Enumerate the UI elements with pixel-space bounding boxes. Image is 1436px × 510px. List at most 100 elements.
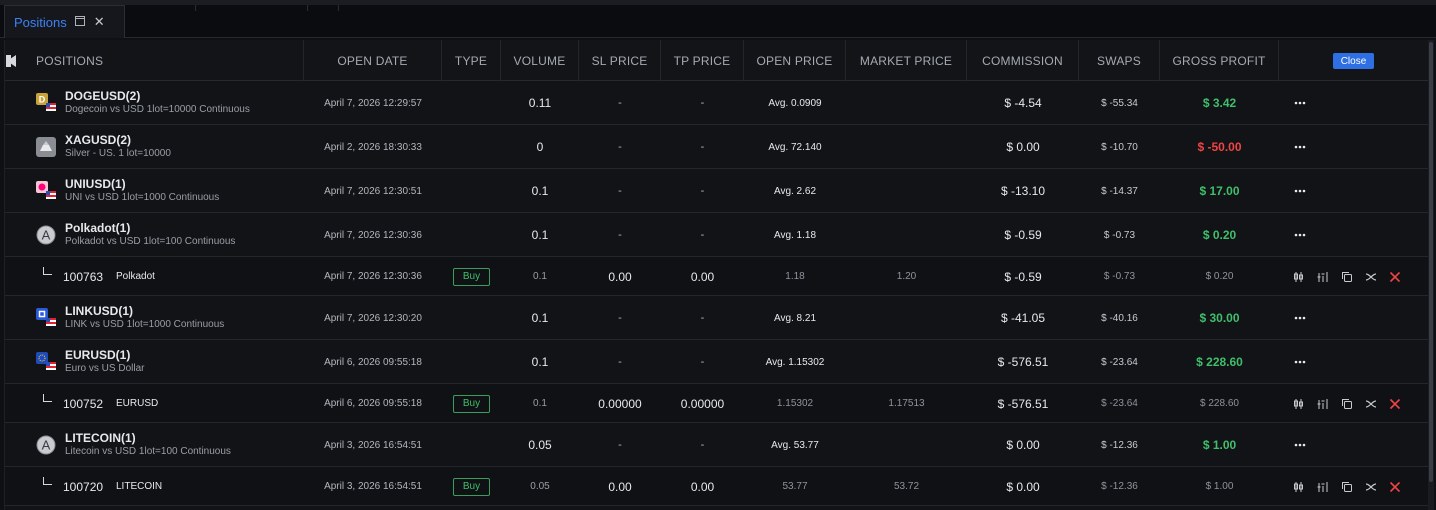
cell-wrap: 0.00 [579,257,661,296]
swaps: $ -55.34 [1101,97,1138,109]
close-position-icon[interactable] [1388,397,1402,411]
commission: $ 0.00 [1006,140,1040,154]
cell-wrap: - [579,125,661,169]
cell-wrap: 0.1 [501,384,579,423]
svg-text:A: A [42,438,51,453]
cell-wrap: 1.15302 [744,384,846,423]
symbol-group-row[interactable]: A Polkadot(1) Polkadot vs USD 1lot=100 Con… [5,213,1429,257]
open-price: 1.15302 [776,398,814,409]
cell-wrap: $ -55.34 [1079,81,1160,125]
scrollbar-thumb[interactable] [1429,42,1433,482]
copy-icon[interactable] [1340,270,1354,284]
reverse-icon[interactable] [1364,480,1378,494]
symbol-description: Polkadot vs USD 1lot=100 Continuous [65,236,236,247]
cell-wrap: 53.77 [744,467,846,506]
cell-wrap: $ 0.00 [967,125,1079,169]
more-icon[interactable] [1292,183,1308,199]
more-icon[interactable] [1292,139,1308,155]
header-gross-profit[interactable]: GROSS PROFIT [1160,40,1279,81]
header-positions[interactable]: POSITIONS [5,40,304,81]
tab-positions[interactable]: Positions ✕ [4,5,125,38]
open-price: Avg. 2.62 [773,185,817,197]
header-open-date[interactable]: OPEN DATE [304,40,442,81]
open-price: Avg. 1.15302 [765,356,825,368]
position-row[interactable]: 100720 LITECOIN April 3, 2026 16:54:51 Buy 0… [5,467,1429,506]
cell-wrap: April 3, 2026 16:54:51 [304,423,442,467]
position-row[interactable]: 100752 EURUSD April 6, 2026 09:55:18 Buy 0.1… [5,384,1429,423]
header-type[interactable]: TYPE [442,40,501,81]
cell-wrap: $ 0.20 [1160,257,1279,296]
open-price: Avg. 8.21 [773,312,817,324]
adjust-icon[interactable] [1316,397,1330,411]
cell-wrap: $ -13.10 [967,169,1079,213]
header-swaps[interactable]: SWAPS [1079,40,1160,81]
reverse-icon[interactable] [1364,270,1378,284]
symbol-name: Polkadot(1) [65,221,131,235]
copy-icon[interactable] [1340,397,1354,411]
open-date: April 3, 2026 16:54:51 [324,481,422,492]
symbol-group-row[interactable]: D DOGEUSD(2) Dogecoin vs USD 1lot=10000 Co… [5,81,1429,125]
svg-text:A: A [42,228,51,243]
volume: 0.11 [528,96,552,110]
open-price: Avg. 0.0909 [768,97,822,109]
gross-profit: $ 228.60 [1200,398,1239,409]
header-open-price[interactable]: OPEN PRICE [744,40,846,81]
adjust-icon[interactable] [1316,270,1330,284]
chart-icon[interactable] [1292,397,1306,411]
symbol-group-row[interactable]: A LITECOIN(1) Litecoin vs USD 1lot=100 Con… [5,423,1429,467]
cell-wrap: 0.05 [501,467,579,506]
cell-wrap: - [661,169,744,213]
close-position-icon[interactable] [1388,480,1402,494]
header-sl-price[interactable]: SL PRICE [579,40,661,81]
type-buy-badge[interactable]: Buy [453,394,490,413]
symbol-group-row[interactable]: XAGUSD(2) Silver - US. 1 lot=10000 April 2… [5,125,1429,169]
close-all-button[interactable]: Close [1333,53,1374,69]
gross-profit: $ 17.00 [1199,184,1240,198]
cell-wrap: - [661,213,744,257]
symbol-group-row[interactable]: UNIUSD(1) UNI vs USD 1lot=1000 Continuous… [5,169,1429,213]
more-icon[interactable] [1292,95,1308,111]
cell-wrap: $ -0.73 [1079,213,1160,257]
tp-price: 0.00000 [680,396,725,411]
copy-icon[interactable] [1340,480,1354,494]
header-tp-price[interactable]: TP PRICE [661,40,744,81]
cell-wrap: $ 1.00 [1160,467,1279,506]
cell-wrap: $ -0.73 [1079,257,1160,296]
more-icon[interactable] [1292,227,1308,243]
cell-wrap: 1.20 [846,257,967,296]
commission: $ -13.10 [1000,184,1046,198]
close-position-icon[interactable] [1388,270,1402,284]
sl-price: 0.00 [608,269,632,284]
cell-wrap: 0 [501,125,579,169]
gross-profit: $ 1.00 [1202,438,1237,452]
chart-icon[interactable] [1292,480,1306,494]
position-row[interactable]: 100763 Polkadot April 7, 2026 12:30:36 Buy 0… [5,257,1429,296]
scrollbar[interactable] [1428,40,1434,510]
header-market-price[interactable]: MARKET PRICE [846,40,967,81]
more-icon[interactable] [1292,437,1308,453]
type-buy-badge[interactable]: Buy [453,477,490,496]
adjust-icon[interactable] [1316,480,1330,494]
cell-wrap: Avg. 1.15302 [744,340,846,384]
sl-price: - [618,185,622,197]
header-volume[interactable]: VOLUME [501,40,579,81]
cell-wrap: $ -0.59 [967,257,1079,296]
chart-icon[interactable] [1292,270,1306,284]
cell-wrap: - [661,423,744,467]
position-symbol: LITECOIN [116,480,163,492]
eur-icon [36,352,56,372]
close-icon[interactable]: ✕ [94,14,105,30]
more-icon[interactable] [1292,354,1308,370]
cell-wrap: $ 3.42 [1160,81,1279,125]
more-icon[interactable] [1292,310,1308,326]
commission: $ 0.00 [1006,479,1040,494]
popout-icon[interactable] [74,15,85,29]
type-buy-badge[interactable]: Buy [453,267,490,286]
symbol-group-row[interactable]: EURUSD(1) Euro vs US Dollar April 6, 2026 … [5,340,1429,384]
symbol-name: EURUSD(1) [65,348,131,362]
symbol-group-row[interactable]: LINKUSD(1) LINK vs USD 1lot=1000 Continuo… [5,296,1429,340]
reverse-icon[interactable] [1364,397,1378,411]
volume: 0 [536,140,544,154]
symbol-description: LINK vs USD 1lot=1000 Continuous [65,319,225,330]
header-commission[interactable]: COMMISSION [967,40,1079,81]
